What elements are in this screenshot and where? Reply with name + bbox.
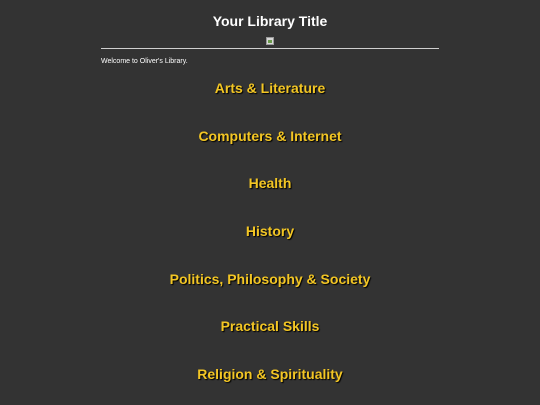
category-link-computers-internet[interactable]: Computers & Internet: [198, 128, 341, 144]
category-item: Practical Skills: [0, 318, 540, 366]
category-link-religion-spirituality[interactable]: Religion & Spirituality: [197, 366, 342, 382]
category-item: Religion & Spirituality: [0, 366, 540, 405]
category-item: Health: [0, 175, 540, 223]
category-link-politics-philosophy-society[interactable]: Politics, Philosophy & Society: [170, 271, 371, 287]
broken-image-icon: [266, 37, 274, 45]
library-page: Your Library Title Welcome to Oliver's L…: [0, 0, 540, 405]
category-item: History: [0, 223, 540, 271]
category-link-arts-literature[interactable]: Arts & Literature: [215, 80, 325, 96]
category-item: Arts & Literature: [0, 80, 540, 128]
category-link-health[interactable]: Health: [249, 175, 292, 191]
category-list: Arts & Literature Computers & Internet H…: [0, 80, 540, 405]
page-title: Your Library Title: [212, 13, 328, 29]
welcome-message: Welcome to Oliver's Library.: [101, 58, 188, 65]
header-divider: [101, 48, 439, 49]
category-link-history[interactable]: History: [246, 223, 294, 239]
category-item: Politics, Philosophy & Society: [0, 271, 540, 319]
category-link-practical-skills[interactable]: Practical Skills: [221, 318, 320, 334]
category-item: Computers & Internet: [0, 128, 540, 176]
